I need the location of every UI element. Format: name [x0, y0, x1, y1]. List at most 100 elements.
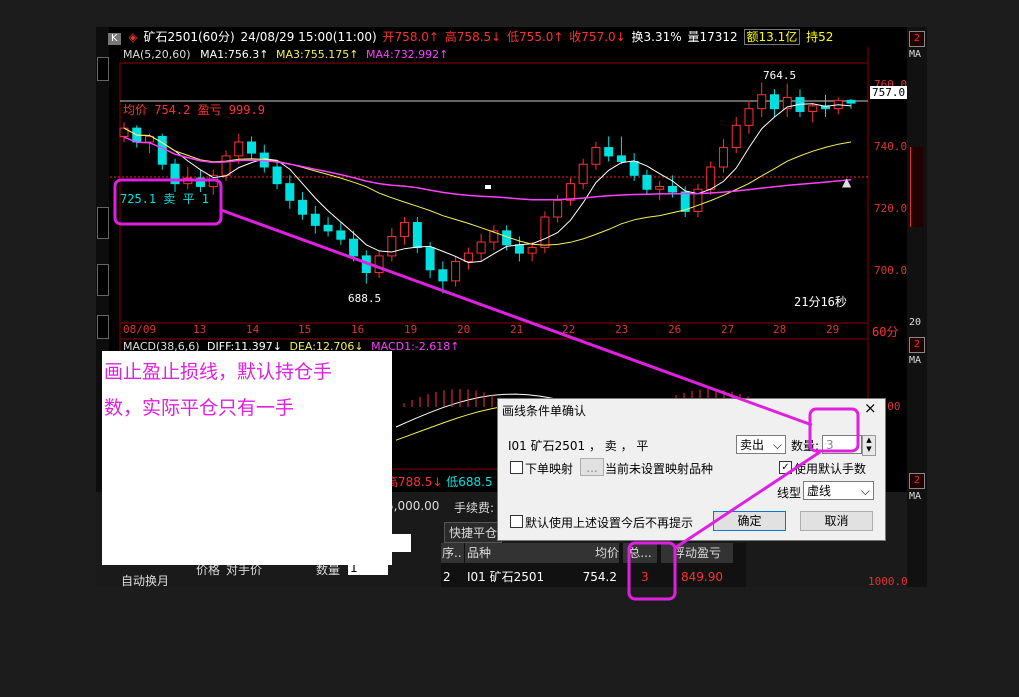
candle	[196, 177, 206, 187]
chevron-down-icon: ⌵	[860, 484, 870, 498]
candle	[247, 141, 257, 154]
panel-button[interactable]: 2	[909, 31, 925, 47]
candle	[540, 216, 550, 249]
dialog-title: 画线条件单确认	[502, 404, 587, 418]
high-label: 764.5	[763, 69, 797, 82]
mapping-status: 当前未设置映射品种	[605, 462, 714, 476]
col-float[interactable]: 浮动盈亏	[661, 543, 733, 563]
lower-high: 高788.5↓	[386, 475, 443, 489]
ma-lines	[123, 103, 852, 264]
candle	[514, 244, 524, 254]
date-label: 23	[615, 323, 629, 336]
col-avg[interactable]: 均价	[567, 543, 619, 563]
candle	[425, 247, 435, 271]
date-label: 28	[773, 323, 787, 336]
candle	[769, 94, 779, 110]
date-label: 08/09	[123, 323, 157, 336]
candle	[170, 163, 180, 185]
marker-icon	[485, 185, 491, 189]
low-label: 688.5	[348, 292, 382, 305]
rs-label: MA	[909, 491, 922, 502]
panel-button[interactable]: 2	[909, 473, 925, 489]
candle	[846, 99, 856, 104]
candle	[451, 260, 461, 282]
candle	[629, 160, 639, 176]
line-type-label: 线型	[777, 486, 802, 500]
no-prompt-checkbox[interactable]	[510, 515, 523, 528]
candle	[349, 238, 359, 257]
date-label: 14	[246, 323, 260, 336]
side-select[interactable]: 卖出 ⌵	[736, 435, 786, 454]
col-name[interactable]: 品种	[465, 543, 567, 563]
candle	[527, 247, 537, 254]
mapping-checkbox[interactable]	[510, 461, 523, 474]
candle	[706, 166, 716, 190]
candle	[272, 166, 282, 185]
y-tick: 740.0	[874, 140, 908, 153]
date-label: 16	[351, 323, 365, 336]
fee-label: 手续费:	[454, 501, 495, 515]
line-type-value: 虚线	[807, 484, 832, 498]
row-name: I01 矿石2501	[467, 570, 545, 584]
close-icon[interactable]: ×	[864, 399, 877, 417]
countdown: 21分16秒	[794, 295, 847, 309]
order-label[interactable]: 725.1 卖 平 1	[120, 190, 209, 207]
line-type-select[interactable]: 虚线 ⌵	[803, 481, 874, 500]
ok-button[interactable]: 确定	[713, 511, 786, 531]
bell-icon[interactable]: ▲	[842, 175, 851, 189]
candle	[616, 155, 626, 162]
annotation-line: 数，实际平仓只有一手	[104, 397, 295, 419]
lower-tick: 1000.0	[868, 575, 908, 587]
candle	[400, 222, 410, 237]
row-avg: 754.2	[582, 570, 617, 584]
default-qty-checkbox[interactable]: ✓	[779, 461, 792, 474]
qty-stepper[interactable]: ▲ ▼	[862, 435, 876, 456]
candle	[463, 252, 473, 262]
candle	[221, 155, 231, 176]
candle	[336, 230, 346, 240]
candle	[744, 108, 754, 126]
mapping-button[interactable]: ...	[580, 458, 604, 476]
candle	[718, 147, 728, 168]
lower-low: 低688.5	[446, 475, 493, 489]
candle	[757, 94, 767, 110]
y-tick: 700.0	[874, 264, 908, 277]
date-label: 13	[193, 323, 207, 336]
candle	[234, 141, 244, 157]
rs-label: MA	[909, 49, 922, 60]
candle	[183, 177, 193, 185]
candle	[642, 174, 652, 190]
candle	[604, 147, 614, 157]
row-float: 849.90	[681, 570, 723, 584]
candle	[387, 235, 397, 257]
side-value: 卖出	[740, 438, 765, 452]
candle	[310, 213, 320, 226]
date-label: 27	[721, 323, 735, 336]
auto-roll-label[interactable]: 自动换月	[121, 572, 169, 587]
default-qty-label: 使用默认手数	[794, 462, 867, 476]
col-total[interactable]: 总...	[623, 543, 657, 563]
annotation-note: 画止盈止损线，默认持仓手 数，实际平仓只有一手	[102, 351, 392, 565]
panel-button[interactable]: 2	[909, 337, 925, 353]
date-label: 20	[457, 323, 471, 336]
no-prompt-label: 默认使用上述设置今后不再提示	[525, 516, 694, 530]
candle	[808, 105, 818, 112]
avg-price-label: 均价 754.2 盈亏 999.9	[123, 103, 265, 117]
qty-field[interactable]: 3	[822, 435, 862, 454]
candle	[591, 147, 601, 165]
rs-label: MA	[909, 355, 922, 366]
date-label: 15	[298, 323, 312, 336]
candle	[374, 255, 384, 274]
current-price-tag: 757.0	[870, 86, 908, 99]
y-tick: 720.0	[874, 202, 908, 215]
input-box[interactable]	[391, 534, 411, 552]
candle	[667, 185, 677, 193]
candle	[578, 163, 588, 185]
col-seq[interactable]: 序..	[441, 543, 464, 563]
cancel-button[interactable]: 取消	[800, 511, 873, 531]
quick-close-tab[interactable]: 快捷平仓	[444, 522, 503, 543]
date-label: 29	[826, 323, 840, 336]
candle	[476, 241, 486, 254]
date-label: 21	[510, 323, 524, 336]
date-label: 26	[668, 323, 682, 336]
